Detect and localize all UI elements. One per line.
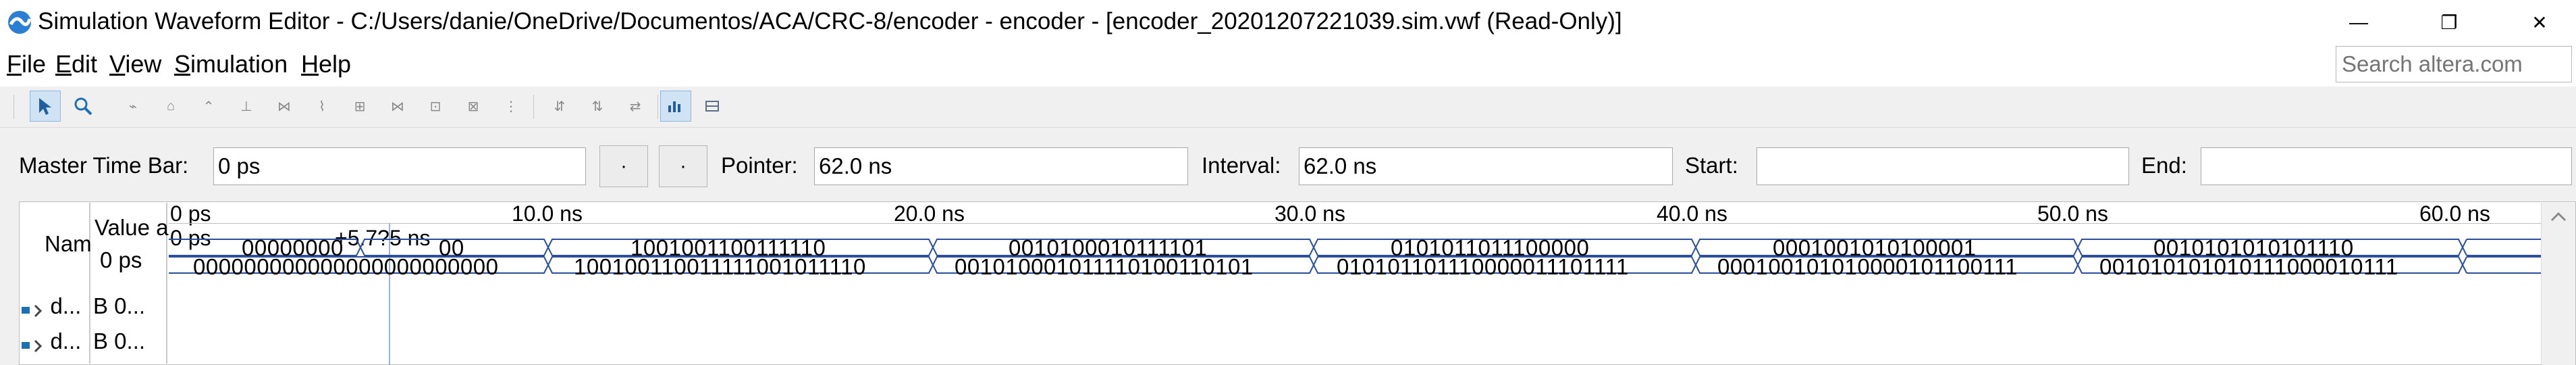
menu-help[interactable]: Help xyxy=(301,50,351,78)
close-button[interactable]: ✕ xyxy=(2499,0,2576,45)
forcing-high-impedance-icon[interactable]: ⊥ xyxy=(231,91,262,122)
menu-edit[interactable]: Edit xyxy=(55,50,97,78)
select-arrow-icon[interactable] xyxy=(30,91,61,122)
functional-sim-icon[interactable] xyxy=(660,91,691,122)
menu-simulation[interactable]: Simulation xyxy=(174,50,288,78)
signal-value: B 0... xyxy=(93,328,146,354)
column-divider[interactable] xyxy=(89,203,90,364)
waveform-canvas[interactable]: 0 ps 10.0 ns 20.0 ns 30.0 ns 40.0 ns 50.… xyxy=(169,201,2542,365)
timing-sim-icon[interactable] xyxy=(698,91,729,122)
zoom-icon[interactable] xyxy=(68,91,99,122)
previous-transition-icon: · xyxy=(620,155,627,177)
end-field[interactable] xyxy=(2201,147,2572,185)
master-time-bar-field[interactable]: 0 ps xyxy=(213,147,586,185)
app-logo-icon xyxy=(8,11,32,34)
start-label: Start: xyxy=(1685,153,1738,178)
count-value-icon[interactable]: ⋈ xyxy=(382,91,413,122)
signal-output-icon xyxy=(22,304,43,317)
value-column-header[interactable]: Value a xyxy=(95,215,168,241)
forcing-high-icon[interactable]: ⌂ xyxy=(155,91,186,122)
toolbar-separator xyxy=(533,95,534,119)
menu-view[interactable]: View xyxy=(109,50,161,78)
name-column-header[interactable]: Nam xyxy=(45,231,92,257)
vertical-scrollbar[interactable] xyxy=(2541,203,2575,365)
arbitrary-value-icon[interactable]: ⊠ xyxy=(458,91,489,122)
sort-icon[interactable]: ⇅ xyxy=(582,91,613,122)
signal-name: d... xyxy=(50,293,82,318)
clock-icon[interactable]: ⊡ xyxy=(420,91,451,122)
bus-value: 000000000000000000000000 xyxy=(193,254,499,279)
forcing-low-icon[interactable]: ⌁ xyxy=(117,91,149,122)
previous-transition-button[interactable]: · xyxy=(599,145,648,187)
bus-waveform-graphics xyxy=(169,239,2542,274)
signal-row[interactable]: d... xyxy=(20,328,81,354)
next-transition-icon: · xyxy=(680,155,687,177)
pointer-label: Pointer: xyxy=(721,153,798,178)
close-icon: ✕ xyxy=(2531,11,2548,33)
next-transition-button[interactable]: · xyxy=(659,145,707,187)
minimize-icon: — xyxy=(2349,11,2368,32)
minimize-button[interactable]: — xyxy=(2318,0,2399,45)
menu-bar xyxy=(0,45,2576,87)
start-field[interactable] xyxy=(1756,147,2129,185)
restore-button[interactable]: ❐ xyxy=(2409,0,2490,45)
forcing-unknown-icon[interactable]: ⌃ xyxy=(193,91,224,122)
window-title: Simulation Waveform Editor - C:/Users/da… xyxy=(38,8,1622,34)
search-input[interactable] xyxy=(2336,47,2571,82)
group-icon[interactable]: ⇄ xyxy=(620,91,651,122)
signal-name: d... xyxy=(50,328,82,354)
signal-output-icon xyxy=(22,339,43,352)
bus-value: 100100110011111001011110 xyxy=(574,254,866,279)
bus-value: 010101101110000011101111 xyxy=(1337,254,1629,279)
search-box[interactable] xyxy=(2336,46,2572,82)
random-value-icon[interactable]: ⋮ xyxy=(495,91,527,122)
menu-file[interactable]: File xyxy=(7,50,46,78)
bus-value: 001010101010111000010111 xyxy=(2099,254,2398,279)
invert-icon[interactable]: ⊞ xyxy=(344,91,375,122)
bus-value: 001010001011110100110101 xyxy=(955,254,1254,279)
pointer-field[interactable]: 62.0 ns xyxy=(814,147,1188,185)
bus-value: 000100101010000101100111 xyxy=(1717,254,2018,279)
snap-to-grid-icon[interactable]: ⇵ xyxy=(544,91,575,122)
weak-high-icon[interactable]: ⌇ xyxy=(306,91,338,122)
interval-field[interactable]: 62.0 ns xyxy=(1299,147,1673,185)
restore-icon: ❐ xyxy=(2440,11,2458,33)
signal-value: B 0... xyxy=(93,293,146,318)
signal-row[interactable]: d... xyxy=(20,293,81,319)
weak-low-icon[interactable]: ⋈ xyxy=(269,91,300,122)
value-column-time: 0 ps xyxy=(100,247,142,272)
scroll-up-icon[interactable] xyxy=(2542,203,2575,230)
interval-label: Interval: xyxy=(1202,153,1281,178)
master-time-bar-label: Master Time Bar: xyxy=(19,153,189,178)
end-label: End: xyxy=(2141,153,2187,178)
